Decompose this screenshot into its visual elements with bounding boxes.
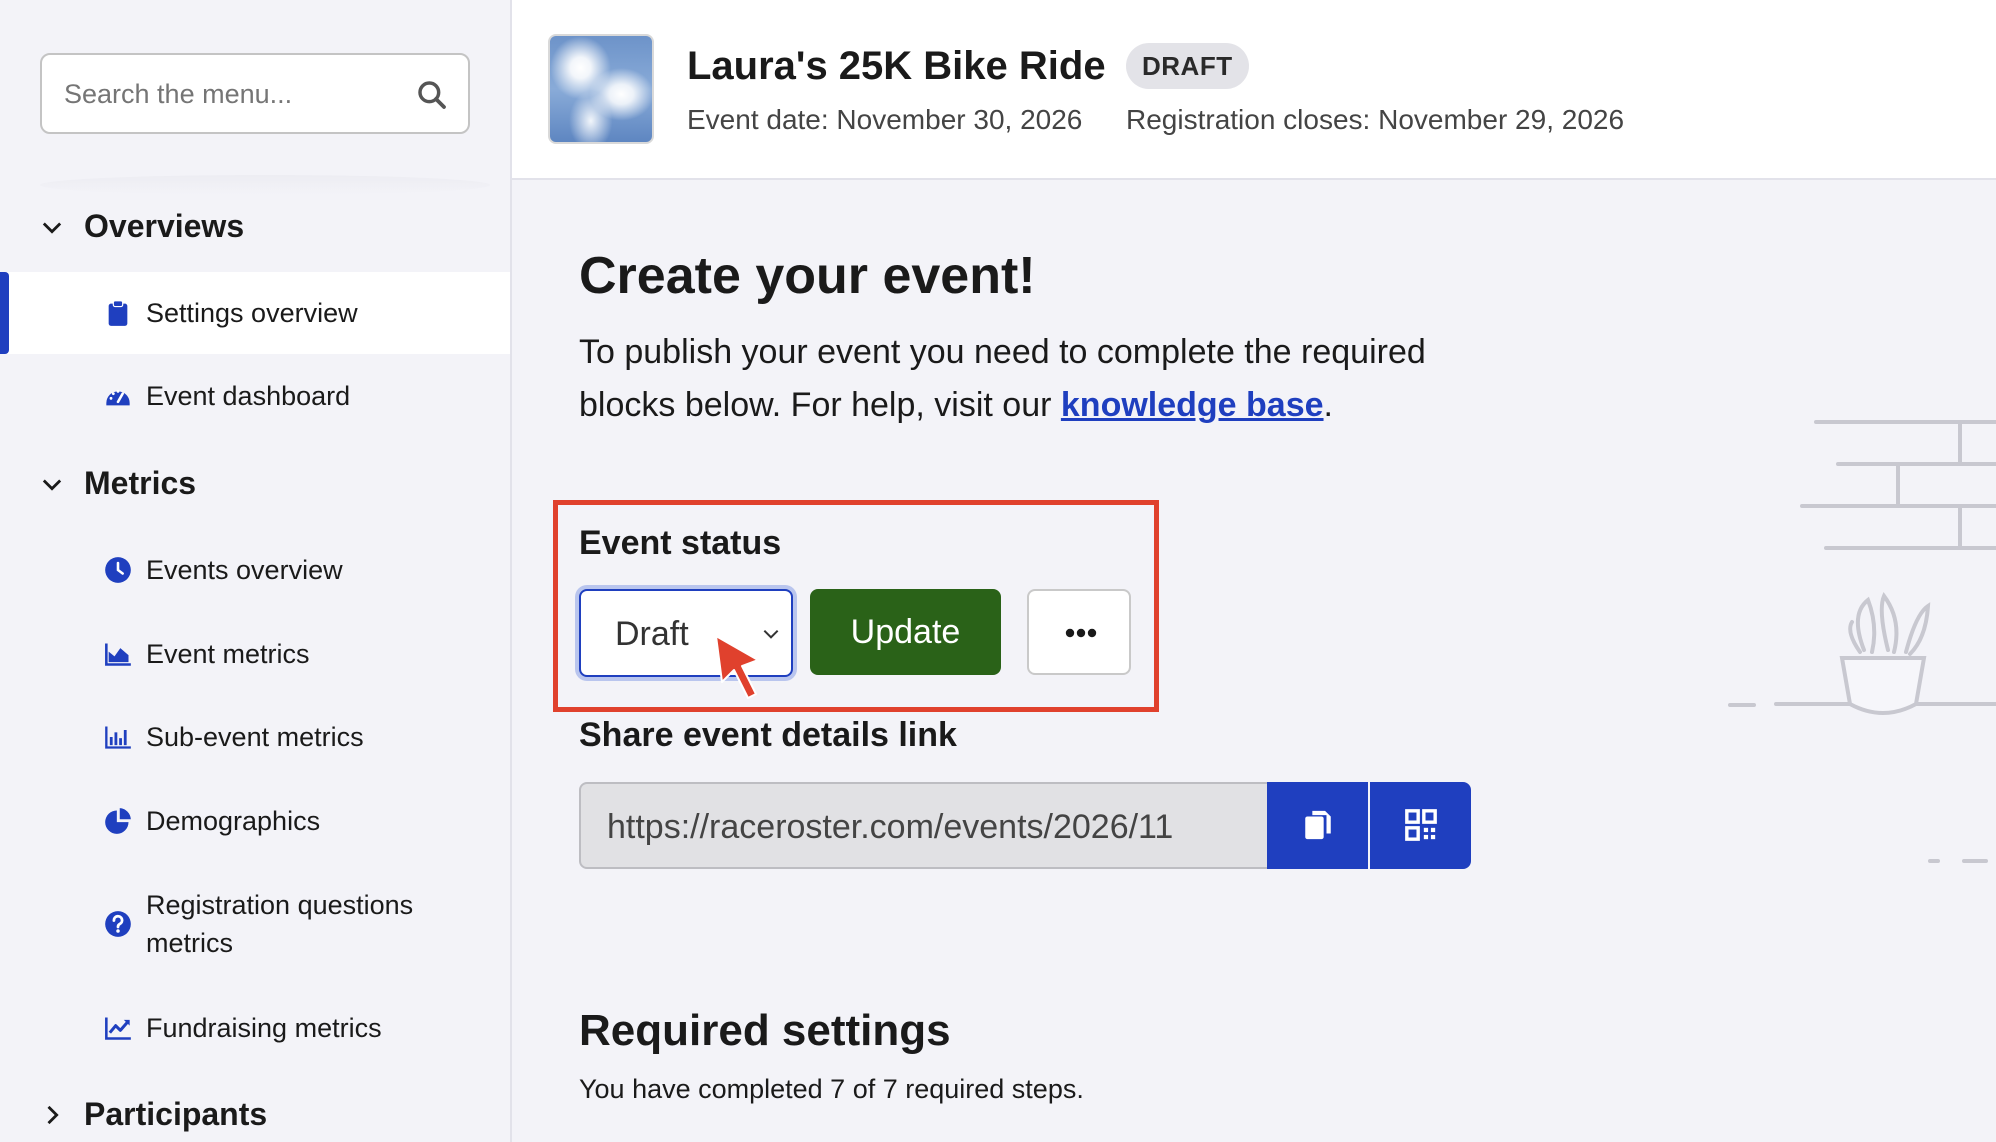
copy-link-button[interactable] — [1267, 782, 1368, 869]
group-overviews[interactable]: Overviews — [38, 208, 244, 245]
ellipsis-icon — [1065, 628, 1097, 638]
chevron-right-icon — [47, 1105, 59, 1124]
status-badge: DRAFT — [1126, 43, 1249, 89]
required-settings-subtitle: You have completed 7 of 7 required steps… — [579, 1074, 1084, 1104]
update-button[interactable]: Update — [810, 589, 1001, 675]
gauge-icon — [106, 389, 130, 406]
group-metrics[interactable]: Metrics — [38, 465, 196, 502]
menu-search-input[interactable]: Search the menu... — [40, 53, 470, 134]
search-icon[interactable] — [416, 79, 448, 111]
registration-closes: Registration closes: November 29, 2026 — [1126, 104, 1625, 135]
sidebar-item-label: Event dashboard — [146, 380, 351, 411]
event-status-label: Event status — [579, 524, 782, 562]
required-settings-title: Required settings — [579, 1006, 951, 1055]
event-thumbnail — [548, 34, 654, 144]
pie-chart-icon — [105, 808, 131, 834]
sidebar-item-registration-questions-metrics[interactable]: Registration questions metrics — [0, 869, 510, 979]
share-link-field[interactable]: https://raceroster.com/events/2026/11 — [579, 782, 1269, 869]
group-participants[interactable]: Participants — [38, 1096, 267, 1133]
group-label: Participants — [84, 1096, 268, 1132]
qr-code-button[interactable] — [1370, 782, 1471, 869]
arrow-pointer-icon — [715, 635, 759, 699]
sidebar-item-label: Event metrics — [146, 638, 310, 669]
sidebar-item-demographics[interactable]: Demographics — [0, 780, 510, 862]
sidebar-item-fundraising-metrics[interactable]: Fundraising metrics — [0, 987, 510, 1069]
sidebar-item-event-metrics[interactable]: Event metrics — [0, 613, 510, 695]
question-circle-icon — [105, 911, 131, 937]
event-title: Laura's 25K Bike Ride — [687, 44, 1106, 88]
plant-shelf-illustration — [1728, 420, 1996, 863]
line-chart-icon — [105, 1017, 131, 1040]
page-title: Create your event! — [579, 247, 1036, 305]
sidebar-item-label: Sub-event metrics — [146, 721, 364, 752]
share-link-value: https://raceroster.com/events/2026/11 — [607, 808, 1174, 846]
sidebar-item-settings-overview[interactable]: Settings overview — [0, 272, 510, 354]
sidebar-item-label: Demographics — [146, 805, 321, 836]
sidebar-item-label: Settings overview — [146, 297, 358, 328]
divider — [40, 175, 490, 195]
search-placeholder: Search the menu... — [64, 79, 293, 109]
sidebar-item-event-dashboard[interactable]: Event dashboard — [0, 355, 510, 437]
sidebar-item-label: Fundraising metrics — [146, 1012, 382, 1043]
sidebar-item-events-overview[interactable]: Events overview — [0, 529, 510, 611]
sidebar-item-label: Events overview — [146, 554, 343, 585]
bar-chart-icon — [105, 726, 131, 749]
event-date: Event date: November 30, 2026 — [687, 104, 1083, 135]
area-chart-icon — [105, 643, 131, 666]
copy-icon — [1305, 810, 1331, 840]
sidebar: Search the menu... Overviews Settings ov… — [0, 0, 512, 1142]
sidebar-item-label: Registration questions metrics — [146, 890, 414, 958]
chevron-down-icon — [42, 222, 62, 234]
status-select-value: Draft — [615, 615, 689, 653]
group-label: Metrics — [84, 465, 197, 501]
event-header: Laura's 25K Bike Ride DRAFT Event date: … — [512, 0, 1996, 180]
sidebar-item-sub-event-metrics[interactable]: Sub-event metrics — [0, 696, 510, 778]
knowledge-base-link[interactable]: knowledge base — [1061, 386, 1324, 424]
clipboard-icon — [108, 300, 128, 326]
clock-icon — [105, 557, 131, 583]
intro-text: To publish your event you need to comple… — [579, 326, 1479, 432]
intro-end: . — [1323, 386, 1333, 424]
qr-code-icon — [1405, 809, 1437, 841]
chevron-down-icon — [42, 479, 62, 491]
more-options-button[interactable] — [1027, 589, 1131, 675]
group-label: Overviews — [84, 208, 245, 244]
share-link-label: Share event details link — [579, 716, 957, 754]
